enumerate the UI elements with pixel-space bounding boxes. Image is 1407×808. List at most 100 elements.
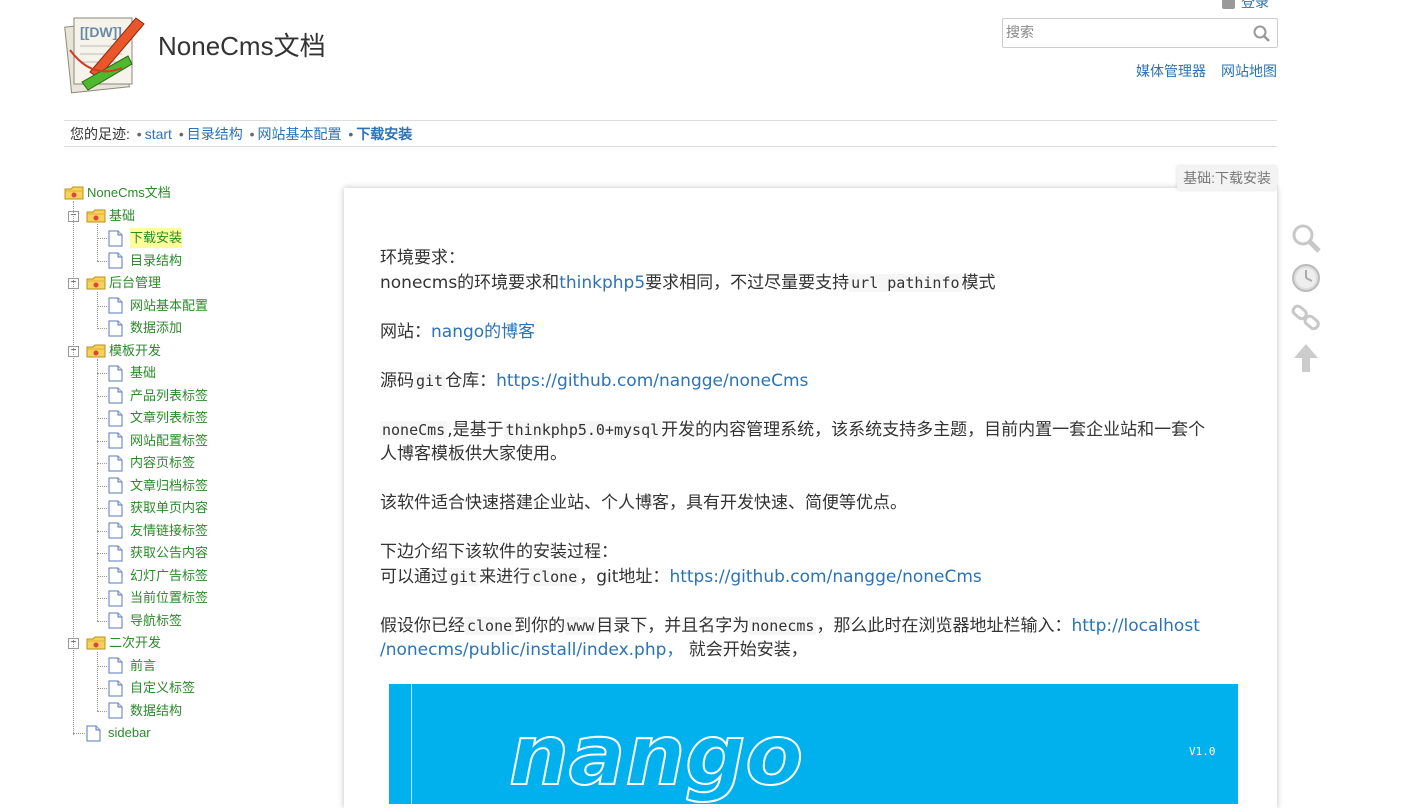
breadcrumb-item-start[interactable]: start [145, 126, 172, 142]
tree-page-label: 数据添加 [130, 320, 183, 335]
tree-group-3[interactable]: 二次开发 [86, 633, 161, 653]
search-tool-icon[interactable] [1290, 222, 1322, 254]
site-logo[interactable]: [[DW]] [62, 10, 148, 96]
site-label: 网站： [380, 322, 431, 342]
sitemap-link[interactable]: 网站地图 [1221, 61, 1277, 81]
tree-connector [97, 328, 107, 329]
history-icon[interactable] [1290, 262, 1322, 294]
tree-page-label: 网站配置标签 [130, 432, 209, 448]
tree-page[interactable]: 网站基本配置 [108, 296, 208, 316]
tree-page[interactable]: 自定义标签 [108, 678, 195, 698]
search-button-icon[interactable] [1252, 24, 1272, 44]
tree-connector [97, 575, 107, 577]
breadcrumb-item-structure[interactable]: 目录结构 [187, 126, 243, 142]
page-icon [108, 612, 123, 629]
git-address-link[interactable]: https://github.com/nangge/noneCms [669, 567, 981, 587]
thinkphp5-link[interactable]: thinkphp5 [559, 273, 645, 293]
page-icon [108, 455, 123, 472]
page-icon [108, 297, 123, 314]
intro-text-c: 人博客模板供大家使用。 [380, 444, 567, 464]
path-text-d: ，那么此时在浏览器地址栏输入： [816, 616, 1072, 636]
tree-page[interactable]: 获取公告内容 [108, 543, 208, 563]
tree-group-0[interactable]: 基础 [86, 206, 135, 226]
banner-version: V1.0 [1189, 745, 1216, 758]
path-text-e: 就会开始安装， [683, 640, 808, 660]
tree-page[interactable]: 文章归档标签 [108, 476, 208, 496]
search-input[interactable] [1003, 19, 1243, 47]
tree-sidebar-page[interactable]: sidebar [86, 723, 151, 743]
page-icon [108, 500, 123, 517]
tree-page[interactable]: 数据结构 [108, 701, 182, 721]
env-paragraph: nonecms的环境要求和thinkphp5要求相同，不过尽量要支持 url pa… [380, 268, 996, 293]
site-title[interactable]: NoneCms文档 [158, 26, 326, 63]
blog-link[interactable]: nango的博客 [431, 322, 535, 342]
install-url-link-2[interactable]: /nonecms/public/install/index.php， [380, 640, 683, 660]
page-id: 基础:下载安装 [1177, 166, 1277, 190]
page-icon [108, 320, 123, 337]
tree-connector [73, 201, 74, 735]
tree-page-label: 文章列表标签 [130, 410, 209, 425]
back-to-top-icon[interactable] [1290, 342, 1322, 374]
clone-code-1: git [448, 568, 480, 586]
tree-page[interactable]: 幻灯广告标签 [108, 566, 208, 586]
install-url-link-1[interactable]: http://localhost [1071, 616, 1199, 636]
folder-open-icon [86, 636, 106, 650]
media-manager-link[interactable]: 媒体管理器 [1136, 61, 1206, 81]
tree-page[interactable]: 文章列表标签 [108, 408, 208, 428]
tree-root[interactable]: NoneCms文档 [64, 183, 171, 203]
breadcrumb-item-config[interactable]: 网站基本配置 [258, 126, 342, 142]
tree-connector [97, 553, 107, 554]
page-icon [108, 657, 123, 674]
tree-connector [97, 305, 107, 307]
tree-page[interactable]: 前言 [108, 656, 156, 676]
repo-link[interactable]: https://github.com/nangge/noneCms [496, 371, 808, 391]
tree-connector [97, 373, 107, 374]
tree-connector [97, 620, 107, 622]
tree-connector [97, 485, 107, 487]
tree-page[interactable]: 数据添加 [108, 318, 182, 338]
clone-text-c: ，git地址： [579, 567, 670, 587]
tree-page-label: 产品列表标签 [130, 387, 209, 403]
tree-connector [97, 508, 107, 509]
tree-page-label: 幻灯广告标签 [130, 567, 209, 583]
tree-group-1[interactable]: 后台管理 [86, 273, 161, 293]
page-icon [108, 230, 123, 247]
tree-page[interactable]: 当前位置标签 [108, 588, 208, 608]
svg-text:[[DW]]: [[DW]] [80, 24, 122, 40]
intro-text-b: 开发的内容管理系统，该系统支持多主题，目前内置一套企业站和一套个 [661, 420, 1206, 440]
tree-page[interactable]: 获取单页内容 [108, 498, 208, 518]
tree-connector [97, 291, 98, 329]
login-link[interactable]: 登录 [1222, 0, 1269, 12]
tree-page[interactable]: 导航标签 [108, 611, 182, 631]
tree-group-label: 后台管理 [109, 275, 162, 290]
install-heading: 下边介绍下该软件的安装过程： [380, 542, 618, 562]
repo-paragraph: 源码 git 仓库：https://github.com/nangge/noneCm… [380, 366, 808, 391]
tree-group-2[interactable]: 模板开发 [86, 341, 161, 361]
tree-page[interactable]: 友情链接标签 [108, 521, 208, 541]
tree-page[interactable]: 产品列表标签 [108, 386, 208, 406]
tree-connector [97, 598, 107, 599]
page-icon [108, 365, 123, 382]
breadcrumb: 您的足迹: • start • 目录结构 • 网站基本配置 • 下载安装 [64, 120, 1277, 147]
tree-connector [97, 238, 107, 239]
page-icon [108, 545, 123, 562]
tree-connector [73, 733, 85, 734]
repo-text-a: 源码 [380, 371, 414, 391]
tree-page[interactable]: 目录结构 [108, 251, 182, 271]
intro-code-1: noneCms [380, 421, 448, 439]
tree-page[interactable]: 网站配置标签 [108, 431, 208, 451]
link-icon[interactable] [1290, 302, 1322, 334]
login-label: 登录 [1241, 0, 1269, 10]
tree-connector [97, 688, 107, 689]
tree-page[interactable]: 内容页标签 [108, 453, 195, 473]
page-icon [108, 702, 123, 719]
clone-code-2: clone [530, 568, 580, 586]
breadcrumb-item-current[interactable]: 下载安装 [356, 126, 412, 142]
suit-paragraph: 该软件适合快速搭建企业站、个人博客，具有开发快速、简便等优点。 [380, 493, 907, 513]
tree-page[interactable]: 基础 [108, 363, 156, 383]
tree-connector [97, 224, 98, 261]
path-text-a: 假设你已经 [380, 616, 465, 636]
env-text-c: 模式 [961, 273, 996, 293]
page-icon [108, 387, 123, 404]
tree-page[interactable]: 下载安装 [108, 228, 183, 248]
